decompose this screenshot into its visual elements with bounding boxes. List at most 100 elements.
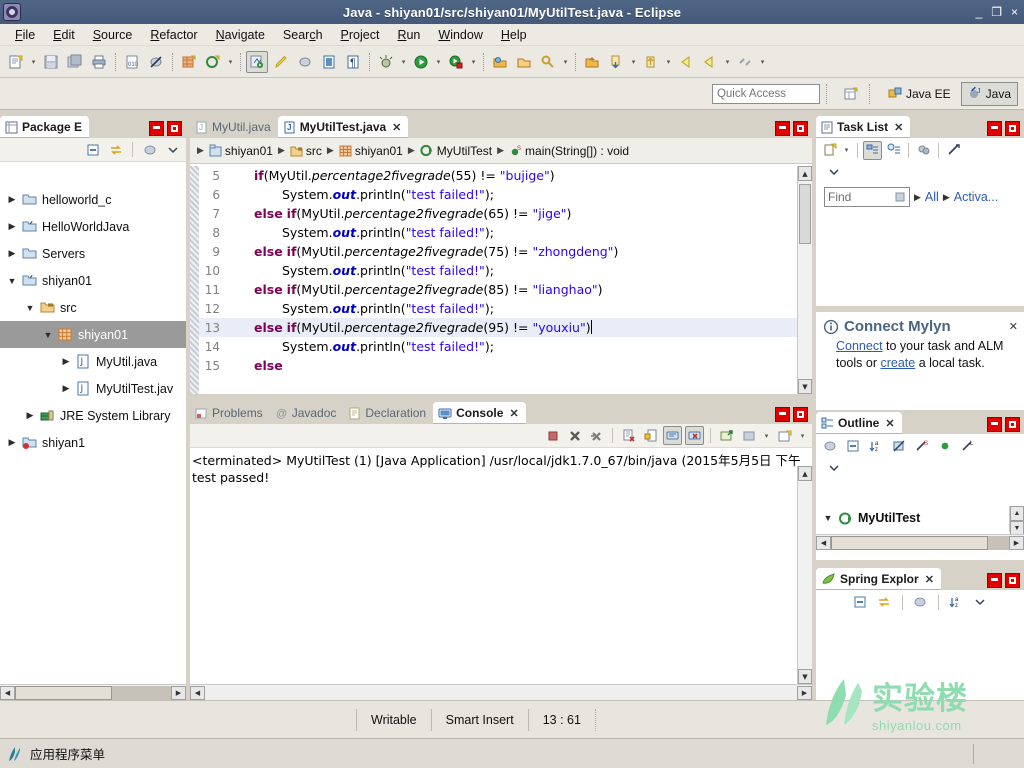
display-selected-console-icon[interactable] [739,426,758,445]
code-line[interactable]: 13 else if(MyUtil.percentage2fivegrade(95… [190,318,812,337]
focus-on-active-task-icon[interactable] [820,437,839,456]
new-dropdown-arrow[interactable]: ▾ [28,51,39,73]
remove-launch-icon[interactable] [565,426,584,445]
link-with-editor-icon[interactable] [106,140,125,159]
back-icon[interactable] [675,51,697,73]
forward-dropdown-arrow[interactable]: ▾ [722,51,733,73]
remove-all-terminated-icon[interactable] [587,426,606,445]
previous-annotation-icon[interactable] [581,51,603,73]
tree-twisty-expanded[interactable]: ▼ [4,276,20,286]
sort-icon[interactable]: az [866,437,885,456]
run-icon[interactable] [410,51,432,73]
open-type-icon[interactable] [246,50,268,73]
tree-item-servers[interactable]: ▶ Servers [0,240,186,267]
tab-myutiltest-java[interactable]: J MyUtilTest.java ✕ [277,116,409,138]
show-console-on-error-icon[interactable] [685,426,704,445]
spring-explorer-maximize-button[interactable] [1005,573,1020,588]
breadcrumb-item-project[interactable]: shiyan01 [209,144,273,158]
breadcrumb-item-class[interactable]: MyUtilTest [420,144,492,158]
window-close-button[interactable]: × [1011,6,1018,18]
perspective-java-ee[interactable]: Java EE [882,82,957,106]
mylyn-create-link[interactable]: create [880,356,915,370]
outline-hscroll-track[interactable] [831,535,1009,550]
code-line[interactable]: 5 if(MyUtil.percentage2fivegrade(55) != "… [190,166,812,185]
task-list-close-button[interactable]: ✕ [894,121,903,134]
tab-console[interactable]: Console ✕ [433,402,526,424]
spring-explorer-tree[interactable] [816,618,1024,700]
console-hscrollbar[interactable]: ◀ ▶ [190,684,812,700]
tree-twisty-expanded[interactable]: ▼ [820,513,836,523]
package-explorer-hscrollbar[interactable]: ◀ ▶ [0,684,186,700]
code-lines[interactable]: 5 if(MyUtil.percentage2fivegrade(55) != "… [190,166,812,375]
tree-item-shiyan01[interactable]: ▼ shiyan01 [0,267,186,294]
console-tab-close-button[interactable]: ✕ [509,407,518,420]
task-find-input[interactable]: Find [824,187,910,207]
toolbar-grip[interactable] [825,83,833,104]
outline-close-button[interactable]: ✕ [885,417,894,430]
tree-item-jre-system-library[interactable]: ▶ JRE System Library [0,402,186,429]
outline-item-myutiltest[interactable]: ▼ MyUtilTest [816,506,1008,530]
tree-twisty-collapsed[interactable]: ▶ [58,383,74,394]
last-edit-dropdown-arrow[interactable]: ▾ [663,51,674,73]
outline-minimize-button[interactable] [987,417,1002,432]
tree-item-helloworldjava[interactable]: ▶ HelloWorldJava [0,213,186,240]
console-vscroll-down-arrow[interactable]: ▼ [798,669,812,684]
menu-navigate[interactable]: Navigate [207,26,274,44]
console-hscroll-right-arrow[interactable]: ▶ [797,685,812,700]
tree-twisty-collapsed[interactable]: ▶ [4,437,20,448]
spring-explorer-close-button[interactable]: ✕ [925,573,934,586]
menu-source[interactable]: Source [84,26,142,44]
vscroll-up-arrow[interactable]: ▲ [798,166,812,181]
run-dropdown-arrow[interactable]: ▾ [433,51,444,73]
open-perspective-icon[interactable] [840,83,862,105]
search-dropdown-arrow[interactable]: ▾ [560,51,571,73]
view-menu-icon[interactable] [163,140,182,159]
filter-all-link[interactable]: All [925,190,939,204]
task-list-minimize-button[interactable] [987,121,1002,136]
editor-minimize-button[interactable] [775,121,790,136]
tab-javadoc[interactable]: @ Javadoc [270,402,344,424]
editor-annotation-ruler[interactable] [190,166,199,394]
tree-twisty-expanded[interactable]: ▼ [22,303,38,313]
open-console-dropdown-arrow[interactable]: ▾ [797,425,808,447]
tree-item-helloworld-c[interactable]: ▶ helloworld_c [0,186,186,213]
window-minimize-button[interactable]: _ [976,6,983,18]
sort-icon[interactable]: az [947,593,966,612]
menu-file[interactable]: File [6,26,44,44]
code-line[interactable]: 14 System.out.println("test failed!"); [190,337,812,356]
hscroll-left-arrow[interactable]: ◀ [0,685,15,700]
open-task-icon[interactable] [513,51,535,73]
focus-on-workweek-icon[interactable] [944,141,963,160]
outline-vscrollbar[interactable]: ▲ ▼ [1009,506,1024,536]
view-menu-icon[interactable] [824,162,843,181]
console-vscrollbar[interactable]: ▲ ▼ [797,466,812,684]
new-wizard-icon[interactable] [5,51,27,73]
tree-twisty-expanded[interactable]: ▼ [40,330,56,340]
tab-package-explorer[interactable]: Package E [0,116,90,138]
view-menu-filter-icon[interactable] [140,140,159,159]
view-menu-icon[interactable] [824,458,843,477]
next-annotation-icon[interactable] [605,51,627,73]
menu-help[interactable]: Help [492,26,536,44]
skip-breakpoints-icon[interactable] [145,51,167,73]
tree-twisty-collapsed[interactable]: ▶ [4,221,20,232]
print-icon[interactable] [88,51,110,73]
code-line[interactable]: 7 else if(MyUtil.percentage2fivegrade(65)… [190,204,812,223]
forward-icon[interactable] [699,51,721,73]
outline-vscroll-up-arrow[interactable]: ▲ [1010,506,1024,521]
synchronize-icon[interactable] [914,141,933,160]
last-edit-location-icon[interactable] [640,51,662,73]
console-output[interactable]: <terminated> MyUtilTest (1) [Java Applic… [190,448,812,684]
code-line[interactable]: 15 else [190,356,812,375]
debug-dropdown-arrow[interactable]: ▾ [398,51,409,73]
categorized-mode-icon[interactable] [863,140,882,160]
hscroll-track[interactable] [15,685,171,700]
link-icon[interactable] [734,51,756,73]
spring-explorer-minimize-button[interactable] [987,573,1002,588]
menu-project[interactable]: Project [332,26,389,44]
tab-task-list[interactable]: Task List ✕ [816,116,911,138]
code-editor[interactable]: 5 if(MyUtil.percentage2fivegrade(55) != "… [190,166,812,394]
new-java-package-icon[interactable] [178,51,200,73]
tree-item-myutiltest-jav[interactable]: ▶ J MyUtilTest.jav [0,375,186,402]
code-line[interactable]: 6 System.out.println("test failed!"); [190,185,812,204]
